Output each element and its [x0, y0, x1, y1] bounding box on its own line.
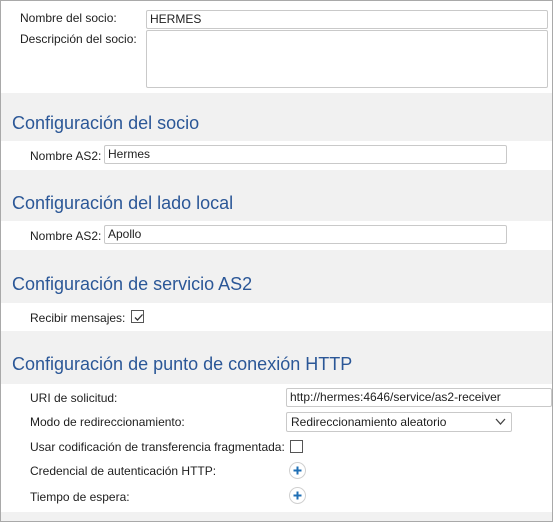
- timeout-label: Tiempo de espera:: [30, 490, 130, 504]
- redirect-mode-select[interactable]: Redireccionamiento aleatorio: [286, 412, 512, 432]
- receive-messages-label: Recibir mensajes:: [30, 311, 126, 325]
- plus-icon: [293, 491, 302, 500]
- uri-input[interactable]: http://hermes:4646/service/as2-receiver: [286, 388, 552, 407]
- partner-description-label: Descripción del socio:: [20, 32, 137, 46]
- http-endpoint-panel: URI de solicitud: http://hermes:4646/ser…: [1, 384, 552, 512]
- http-auth-label: Credencial de autenticación HTTP:: [30, 464, 217, 478]
- partner-info-panel: Nombre del socio: HERMES Descripción del…: [1, 1, 552, 93]
- as2-service-panel: Recibir mensajes:: [1, 303, 552, 331]
- local-config-title: Configuración del lado local: [12, 193, 234, 213]
- receive-messages-checkbox[interactable]: [131, 310, 144, 323]
- redirect-mode-value: Redireccionamiento aleatorio: [291, 415, 447, 429]
- add-http-auth-button[interactable]: [289, 462, 306, 479]
- partner-name-label: Nombre del socio:: [20, 11, 117, 25]
- chunked-encoding-label: Usar codificación de transferencia fragm…: [30, 440, 285, 454]
- plus-icon: [293, 466, 302, 475]
- local-as2-name-label: Nombre AS2:: [30, 229, 102, 243]
- partner-as2-name-label: Nombre AS2:: [30, 149, 102, 163]
- check-icon: [134, 314, 143, 321]
- local-config-panel: Nombre AS2: Apollo: [1, 221, 552, 250]
- partner-config-title: Configuración del socio: [12, 113, 200, 133]
- partner-as2-name-input[interactable]: Hermes: [104, 145, 507, 164]
- chunked-encoding-checkbox[interactable]: [290, 440, 303, 453]
- add-timeout-button[interactable]: [289, 487, 306, 504]
- http-endpoint-title: Configuración de punto de conexión HTTP: [12, 354, 353, 374]
- local-as2-name-input[interactable]: Apollo: [104, 225, 507, 244]
- redirect-mode-label: Modo de redireccionamiento:: [30, 415, 185, 429]
- partner-description-input[interactable]: [146, 30, 548, 88]
- chevron-down-icon: [495, 418, 506, 425]
- as2-service-title: Configuración de servicio AS2: [12, 274, 253, 294]
- uri-label: URI de solicitud:: [30, 391, 118, 405]
- partner-config-panel: Nombre AS2: Hermes: [1, 141, 552, 170]
- partner-name-input[interactable]: HERMES: [146, 10, 548, 29]
